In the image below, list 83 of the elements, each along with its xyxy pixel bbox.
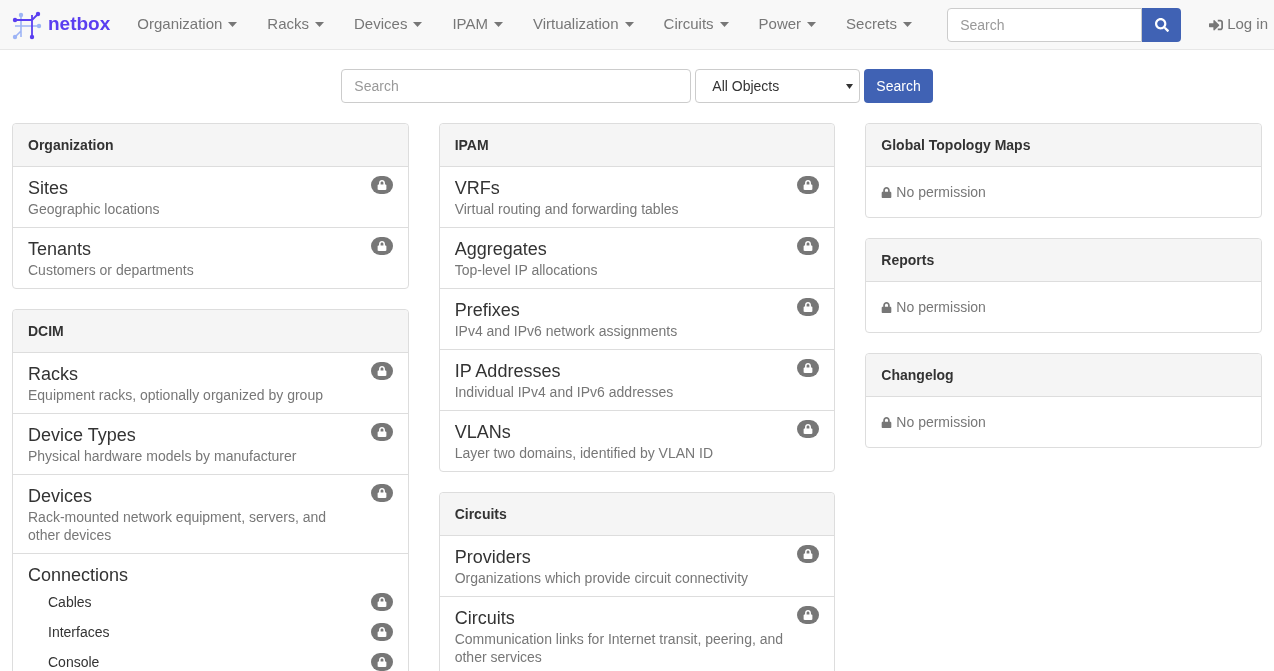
lock-icon [376, 366, 387, 376]
list-item-description: Equipment racks, optionally organized by group [28, 386, 324, 404]
login-link[interactable]: Log in [1209, 13, 1268, 36]
panel-heading: Organization [13, 124, 408, 167]
caret-icon [413, 22, 423, 27]
panel-heading: IPAM [439, 124, 835, 167]
lock-icon [376, 488, 387, 498]
search-button[interactable] [1142, 7, 1182, 42]
sub-item-link[interactable]: Console [48, 652, 100, 671]
lock-icon [803, 424, 814, 434]
list-item-description: Individual IPv4 and IPv6 addresses [454, 383, 675, 401]
caret-icon [228, 22, 238, 27]
panel-heading: Changelog [866, 354, 1261, 397]
nav-menu[interactable]: IPAM [437, 13, 518, 36]
lock-icon [376, 427, 387, 437]
list-item-title[interactable]: IP Addresses [454, 359, 561, 383]
list-item-description: Layer two domains, identified by VLAN ID [454, 444, 715, 462]
list-item-title[interactable]: VLANs [454, 420, 511, 444]
nav-menu[interactable]: Virtualization [517, 13, 649, 36]
list-item-title[interactable]: Providers [454, 545, 531, 569]
no-permission-text: No permission [896, 298, 986, 317]
list-item-title[interactable]: Circuits [454, 606, 515, 630]
list-item-title[interactable]: VRFs [454, 176, 500, 200]
list-item-title[interactable]: Sites [28, 176, 69, 200]
lock-icon [803, 549, 814, 559]
caret-icon [846, 83, 854, 89]
panel-heading: Global Topology Maps [866, 124, 1261, 167]
lock-icon [376, 597, 387, 607]
lock-icon [881, 186, 893, 198]
list-item-description: Physical hardware models by manufacturer [28, 447, 298, 465]
nav-menu[interactable]: Power [743, 13, 832, 36]
lock-icon [881, 416, 893, 428]
lock-icon [803, 610, 814, 620]
caret-icon [624, 22, 634, 27]
search-field[interactable]: Search [341, 69, 692, 103]
search-submit-button[interactable]: Search [864, 69, 933, 103]
lock-icon [376, 657, 387, 667]
caret-icon [493, 22, 503, 27]
nav-menu[interactable]: Organization [122, 13, 253, 36]
lock-icon [376, 627, 387, 637]
list-item-title[interactable]: Prefixes [454, 298, 520, 322]
list-item-description: Geographic locations [28, 200, 161, 218]
list-item-description: Top-level IP allocations [454, 261, 599, 279]
nav-search-field[interactable]: Search [947, 7, 1143, 42]
panel-heading: Reports [866, 239, 1261, 282]
lock-icon [803, 302, 814, 312]
lock-icon [376, 241, 387, 251]
brand-name[interactable]: netbox [48, 10, 111, 39]
list-item-title[interactable]: Connections [28, 563, 129, 587]
sub-item-link[interactable]: Interfaces [48, 622, 110, 642]
search-icon [1154, 17, 1169, 32]
nav-menu[interactable]: Circuits [648, 13, 744, 36]
panel-heading: Circuits [439, 493, 835, 536]
list-item-description: IPv4 and IPv6 network assignments [454, 322, 679, 340]
list-item-description: Communication links for Internet transit, peering, and other services [454, 630, 785, 666]
no-permission-text: No permission [896, 413, 986, 432]
sub-item-link[interactable]: Cables [48, 592, 92, 612]
list-item-title[interactable]: Racks [28, 362, 78, 386]
caret-icon [315, 22, 325, 27]
lock-icon [803, 363, 814, 373]
list-item-title[interactable]: Aggregates [454, 237, 547, 261]
list-item-description: Customers or departments [28, 261, 195, 279]
nav-menu[interactable]: Devices [339, 13, 438, 36]
list-item-description: Rack-mounted network equipment, servers, and other devices [28, 508, 328, 544]
nav-menu[interactable]: Racks [252, 13, 340, 36]
lock-icon [803, 180, 814, 190]
scope-select[interactable]: All Objects [695, 69, 861, 103]
no-permission-text: No permission [896, 183, 986, 202]
lock-icon [881, 301, 893, 313]
list-item-title[interactable]: Tenants [28, 237, 92, 261]
caret-icon [902, 22, 912, 27]
logo-icon [12, 9, 42, 40]
list-item-title[interactable]: Devices [28, 484, 93, 508]
lock-icon [376, 180, 387, 190]
sign-in-icon [1209, 17, 1224, 32]
list-item-title[interactable]: Device Types [28, 423, 136, 447]
nav-menu[interactable]: Secrets [831, 13, 927, 36]
list-item-description: Organizations which provide circuit connectivity [454, 569, 750, 587]
panel-heading: DCIM [13, 310, 408, 353]
caret-icon [719, 22, 729, 27]
list-item-description: Virtual routing and forwarding tables [454, 200, 680, 218]
lock-icon [803, 241, 814, 251]
caret-icon [807, 22, 817, 27]
